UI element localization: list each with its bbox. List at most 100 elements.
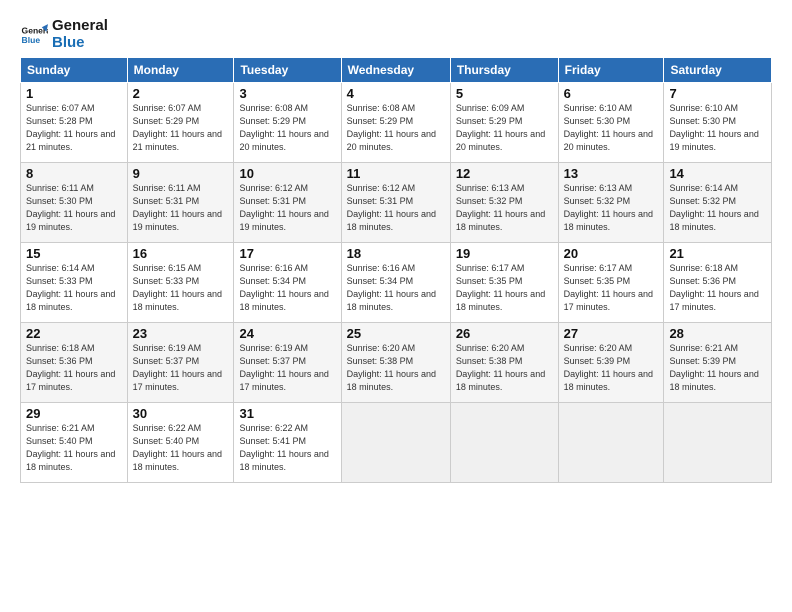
day-info: Sunrise: 6:13 AMSunset: 5:32 PMDaylight:… <box>456 182 553 234</box>
day-info: Sunrise: 6:12 AMSunset: 5:31 PMDaylight:… <box>347 182 445 234</box>
calendar-cell: 19Sunrise: 6:17 AMSunset: 5:35 PMDayligh… <box>450 243 558 323</box>
calendar-week-row: 22Sunrise: 6:18 AMSunset: 5:36 PMDayligh… <box>21 323 772 403</box>
calendar-cell: 6Sunrise: 6:10 AMSunset: 5:30 PMDaylight… <box>558 83 664 163</box>
day-info: Sunrise: 6:20 AMSunset: 5:38 PMDaylight:… <box>347 342 445 394</box>
day-info: Sunrise: 6:20 AMSunset: 5:39 PMDaylight:… <box>564 342 659 394</box>
day-number: 12 <box>456 166 553 181</box>
calendar-cell: 15Sunrise: 6:14 AMSunset: 5:33 PMDayligh… <box>21 243 128 323</box>
calendar-cell: 11Sunrise: 6:12 AMSunset: 5:31 PMDayligh… <box>341 163 450 243</box>
calendar-cell: 25Sunrise: 6:20 AMSunset: 5:38 PMDayligh… <box>341 323 450 403</box>
day-info: Sunrise: 6:21 AMSunset: 5:39 PMDaylight:… <box>669 342 766 394</box>
svg-text:Blue: Blue <box>22 34 41 44</box>
day-info: Sunrise: 6:16 AMSunset: 5:34 PMDaylight:… <box>239 262 335 314</box>
day-info: Sunrise: 6:07 AMSunset: 5:28 PMDaylight:… <box>26 102 122 154</box>
column-header-saturday: Saturday <box>664 58 772 83</box>
day-info: Sunrise: 6:20 AMSunset: 5:38 PMDaylight:… <box>456 342 553 394</box>
column-header-thursday: Thursday <box>450 58 558 83</box>
day-info: Sunrise: 6:09 AMSunset: 5:29 PMDaylight:… <box>456 102 553 154</box>
day-number: 1 <box>26 86 122 101</box>
day-number: 15 <box>26 246 122 261</box>
day-number: 6 <box>564 86 659 101</box>
day-info: Sunrise: 6:08 AMSunset: 5:29 PMDaylight:… <box>239 102 335 154</box>
calendar-cell: 14Sunrise: 6:14 AMSunset: 5:32 PMDayligh… <box>664 163 772 243</box>
calendar-cell: 23Sunrise: 6:19 AMSunset: 5:37 PMDayligh… <box>127 323 234 403</box>
day-number: 16 <box>133 246 229 261</box>
day-number: 2 <box>133 86 229 101</box>
day-info: Sunrise: 6:11 AMSunset: 5:31 PMDaylight:… <box>133 182 229 234</box>
column-header-tuesday: Tuesday <box>234 58 341 83</box>
column-header-wednesday: Wednesday <box>341 58 450 83</box>
column-header-sunday: Sunday <box>21 58 128 83</box>
calendar-cell: 10Sunrise: 6:12 AMSunset: 5:31 PMDayligh… <box>234 163 341 243</box>
calendar-cell: 28Sunrise: 6:21 AMSunset: 5:39 PMDayligh… <box>664 323 772 403</box>
page: General Blue General Blue SundayMondayTu… <box>0 0 792 493</box>
day-number: 11 <box>347 166 445 181</box>
day-number: 3 <box>239 86 335 101</box>
calendar-cell: 5Sunrise: 6:09 AMSunset: 5:29 PMDaylight… <box>450 83 558 163</box>
calendar-cell: 21Sunrise: 6:18 AMSunset: 5:36 PMDayligh… <box>664 243 772 323</box>
day-info: Sunrise: 6:15 AMSunset: 5:33 PMDaylight:… <box>133 262 229 314</box>
day-info: Sunrise: 6:07 AMSunset: 5:29 PMDaylight:… <box>133 102 229 154</box>
logo-icon: General Blue <box>20 21 48 49</box>
day-info: Sunrise: 6:14 AMSunset: 5:32 PMDaylight:… <box>669 182 766 234</box>
calendar-cell: 26Sunrise: 6:20 AMSunset: 5:38 PMDayligh… <box>450 323 558 403</box>
calendar-cell: 4Sunrise: 6:08 AMSunset: 5:29 PMDaylight… <box>341 83 450 163</box>
calendar-cell: 22Sunrise: 6:18 AMSunset: 5:36 PMDayligh… <box>21 323 128 403</box>
day-number: 5 <box>456 86 553 101</box>
day-info: Sunrise: 6:22 AMSunset: 5:41 PMDaylight:… <box>239 422 335 474</box>
day-info: Sunrise: 6:14 AMSunset: 5:33 PMDaylight:… <box>26 262 122 314</box>
day-number: 13 <box>564 166 659 181</box>
day-info: Sunrise: 6:10 AMSunset: 5:30 PMDaylight:… <box>564 102 659 154</box>
day-number: 18 <box>347 246 445 261</box>
day-info: Sunrise: 6:19 AMSunset: 5:37 PMDaylight:… <box>133 342 229 394</box>
day-number: 22 <box>26 326 122 341</box>
day-number: 27 <box>564 326 659 341</box>
calendar-cell: 31Sunrise: 6:22 AMSunset: 5:41 PMDayligh… <box>234 403 341 483</box>
calendar-cell: 13Sunrise: 6:13 AMSunset: 5:32 PMDayligh… <box>558 163 664 243</box>
calendar-cell: 2Sunrise: 6:07 AMSunset: 5:29 PMDaylight… <box>127 83 234 163</box>
day-number: 25 <box>347 326 445 341</box>
calendar-week-row: 1Sunrise: 6:07 AMSunset: 5:28 PMDaylight… <box>21 83 772 163</box>
column-header-monday: Monday <box>127 58 234 83</box>
calendar-cell: 18Sunrise: 6:16 AMSunset: 5:34 PMDayligh… <box>341 243 450 323</box>
day-info: Sunrise: 6:21 AMSunset: 5:40 PMDaylight:… <box>26 422 122 474</box>
calendar-cell: 9Sunrise: 6:11 AMSunset: 5:31 PMDaylight… <box>127 163 234 243</box>
calendar-cell: 30Sunrise: 6:22 AMSunset: 5:40 PMDayligh… <box>127 403 234 483</box>
day-number: 20 <box>564 246 659 261</box>
calendar-week-row: 15Sunrise: 6:14 AMSunset: 5:33 PMDayligh… <box>21 243 772 323</box>
calendar-cell: 20Sunrise: 6:17 AMSunset: 5:35 PMDayligh… <box>558 243 664 323</box>
calendar-cell <box>450 403 558 483</box>
day-info: Sunrise: 6:22 AMSunset: 5:40 PMDaylight:… <box>133 422 229 474</box>
day-info: Sunrise: 6:16 AMSunset: 5:34 PMDaylight:… <box>347 262 445 314</box>
day-info: Sunrise: 6:11 AMSunset: 5:30 PMDaylight:… <box>26 182 122 234</box>
calendar-cell: 27Sunrise: 6:20 AMSunset: 5:39 PMDayligh… <box>558 323 664 403</box>
calendar-week-row: 8Sunrise: 6:11 AMSunset: 5:30 PMDaylight… <box>21 163 772 243</box>
column-header-friday: Friday <box>558 58 664 83</box>
day-number: 17 <box>239 246 335 261</box>
logo-text: General Blue <box>52 18 108 51</box>
calendar-cell: 17Sunrise: 6:16 AMSunset: 5:34 PMDayligh… <box>234 243 341 323</box>
day-info: Sunrise: 6:19 AMSunset: 5:37 PMDaylight:… <box>239 342 335 394</box>
day-number: 29 <box>26 406 122 421</box>
day-number: 7 <box>669 86 766 101</box>
day-info: Sunrise: 6:17 AMSunset: 5:35 PMDaylight:… <box>456 262 553 314</box>
day-number: 14 <box>669 166 766 181</box>
day-info: Sunrise: 6:18 AMSunset: 5:36 PMDaylight:… <box>669 262 766 314</box>
day-number: 19 <box>456 246 553 261</box>
day-info: Sunrise: 6:18 AMSunset: 5:36 PMDaylight:… <box>26 342 122 394</box>
calendar-cell: 3Sunrise: 6:08 AMSunset: 5:29 PMDaylight… <box>234 83 341 163</box>
calendar-cell <box>558 403 664 483</box>
calendar: SundayMondayTuesdayWednesdayThursdayFrid… <box>20 57 772 483</box>
logo: General Blue General Blue <box>20 18 108 51</box>
day-number: 9 <box>133 166 229 181</box>
calendar-cell: 29Sunrise: 6:21 AMSunset: 5:40 PMDayligh… <box>21 403 128 483</box>
day-info: Sunrise: 6:12 AMSunset: 5:31 PMDaylight:… <box>239 182 335 234</box>
calendar-cell: 16Sunrise: 6:15 AMSunset: 5:33 PMDayligh… <box>127 243 234 323</box>
day-info: Sunrise: 6:08 AMSunset: 5:29 PMDaylight:… <box>347 102 445 154</box>
calendar-header-row: SundayMondayTuesdayWednesdayThursdayFrid… <box>21 58 772 83</box>
day-number: 10 <box>239 166 335 181</box>
day-number: 8 <box>26 166 122 181</box>
day-info: Sunrise: 6:13 AMSunset: 5:32 PMDaylight:… <box>564 182 659 234</box>
day-number: 21 <box>669 246 766 261</box>
calendar-cell: 24Sunrise: 6:19 AMSunset: 5:37 PMDayligh… <box>234 323 341 403</box>
